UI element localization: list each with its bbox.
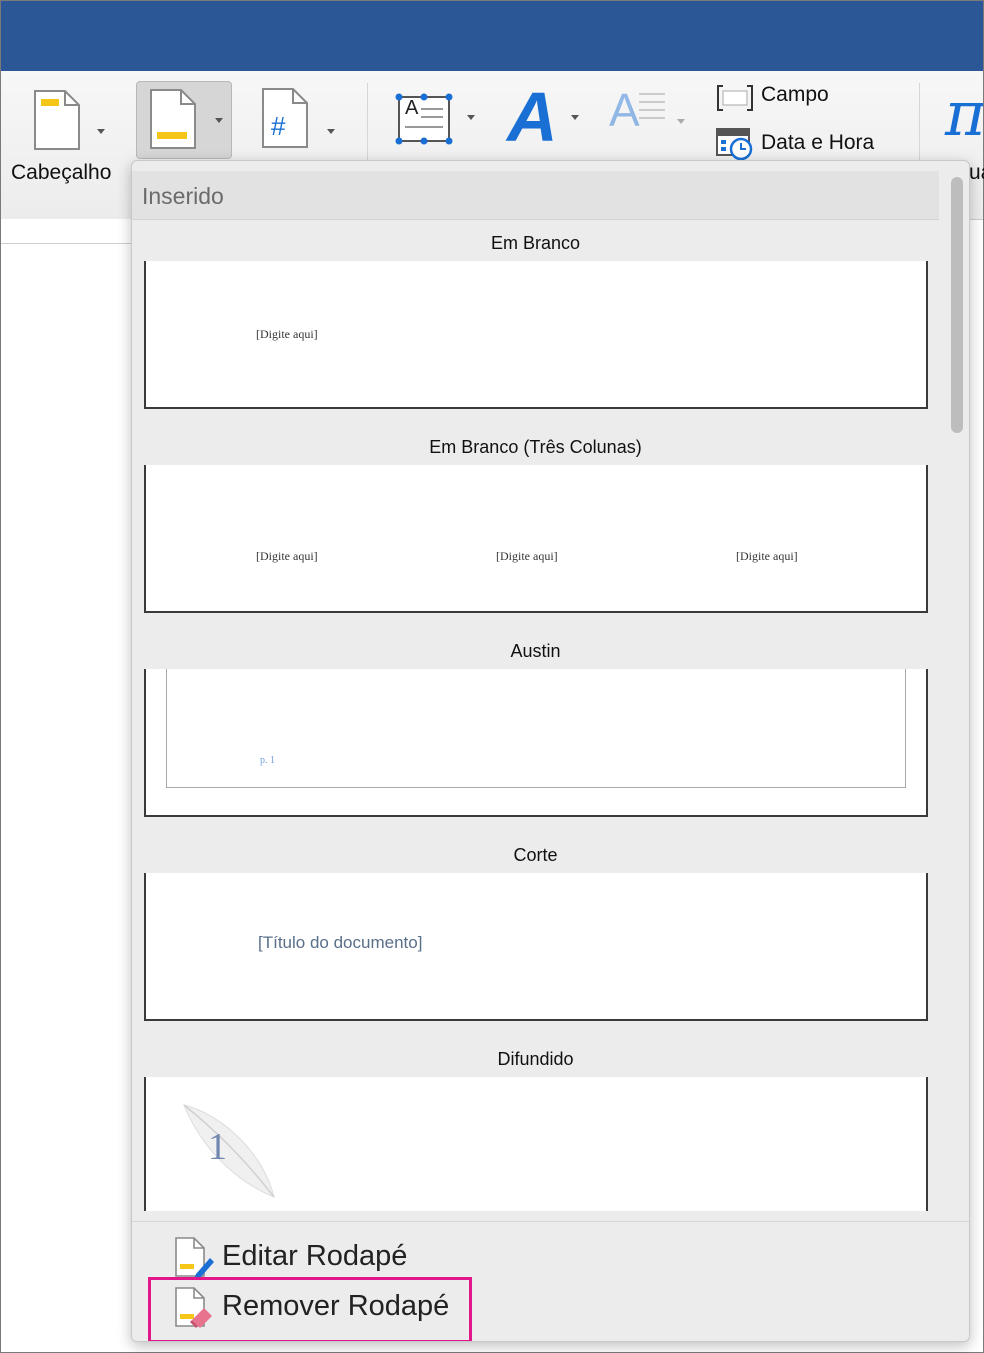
footer-dropdown: Inserido Em Branco [Digite aqui] Em Bran… — [131, 160, 970, 1342]
document-area[interactable] — [1, 219, 133, 1351]
gallery-item-corte[interactable]: [Título do documento] — [144, 873, 928, 1021]
wordart-icon: A — [507, 78, 558, 156]
edit-footer-icon — [175, 1237, 214, 1279]
ruler-line — [1, 243, 133, 244]
gallery-item-em-branco[interactable]: [Digite aqui] — [144, 261, 928, 409]
page-number-caret-icon[interactable] — [327, 129, 335, 134]
drop-cap-button[interactable]: A — [605, 84, 691, 155]
text-box-glyph: A — [405, 97, 419, 119]
date-time-button[interactable]: Data e Hora — [713, 127, 903, 163]
edit-footer-label: Editar Rodapé — [222, 1240, 408, 1272]
scrollbar[interactable] — [943, 171, 969, 1211]
gallery-title: Difundido — [497, 1049, 574, 1069]
drop-cap-caret-icon[interactable] — [677, 119, 685, 124]
title-bar — [1, 1, 983, 71]
wordart-caret-icon[interactable] — [571, 115, 579, 120]
gallery-title: Corte — [513, 845, 558, 865]
section-header: Inserido — [132, 171, 939, 220]
scrollbar-thumb[interactable] — [951, 177, 963, 433]
text-box-icon — [395, 93, 453, 145]
gallery-title: Em Branco (Três Colunas) — [429, 437, 642, 457]
footer-icon — [150, 89, 196, 149]
footer-caret-icon[interactable] — [215, 118, 223, 123]
header-button[interactable] — [27, 85, 117, 155]
pi-icon: π — [945, 81, 983, 150]
feather-icon — [183, 1104, 275, 1198]
gallery-item-difundido[interactable]: 1 — [144, 1077, 928, 1211]
wordart-button[interactable]: A — [501, 78, 587, 157]
placeholder-text: [Digite aqui] — [736, 549, 798, 563]
gallery-item-tres-colunas[interactable]: [Digite aqui] [Digite aqui] [Digite aqui… — [144, 465, 928, 613]
drop-cap-lines — [639, 93, 665, 125]
date-time-label: Data e Hora — [761, 131, 875, 154]
footer-button[interactable] — [136, 81, 232, 159]
section-title: Inserido — [142, 183, 224, 209]
equation-label-partial: ua — [969, 161, 984, 184]
placeholder-text: [Digite aqui] — [256, 327, 318, 341]
austin-inner-border — [166, 669, 906, 788]
document-title-placeholder: [Título do documento] — [258, 933, 423, 952]
equation-button[interactable]: π — [939, 81, 983, 161]
page-number-icon — [262, 88, 308, 148]
gallery-title: Em Branco — [490, 233, 581, 253]
page-number-text: p. 1 — [260, 755, 275, 766]
field-label: Campo — [761, 83, 829, 106]
header-label: Cabeçalho — [11, 161, 112, 184]
text-box-button[interactable]: A — [391, 89, 481, 151]
drop-cap-icon: A — [609, 84, 640, 136]
text-box-caret-icon[interactable] — [467, 115, 475, 120]
page-number-glyph: # — [271, 111, 286, 141]
gallery-title: Austin — [510, 641, 561, 661]
calendar-clock-icon — [716, 128, 753, 161]
placeholder-text: [Digite aqui] — [496, 549, 558, 563]
field-button[interactable]: Campo — [713, 81, 893, 115]
page-number-digit: 1 — [208, 1126, 227, 1168]
header-caret-icon[interactable] — [97, 129, 105, 134]
gallery-item-austin[interactable]: p. 1 — [144, 669, 928, 817]
page-number-button[interactable]: # — [257, 85, 347, 155]
highlight-box — [148, 1277, 472, 1341]
header-icon — [34, 90, 80, 150]
footer-actions: Editar Rodapé Remover Rodapé — [132, 1221, 969, 1341]
placeholder-text: [Digite aqui] — [256, 549, 318, 563]
field-icon — [717, 85, 753, 111]
